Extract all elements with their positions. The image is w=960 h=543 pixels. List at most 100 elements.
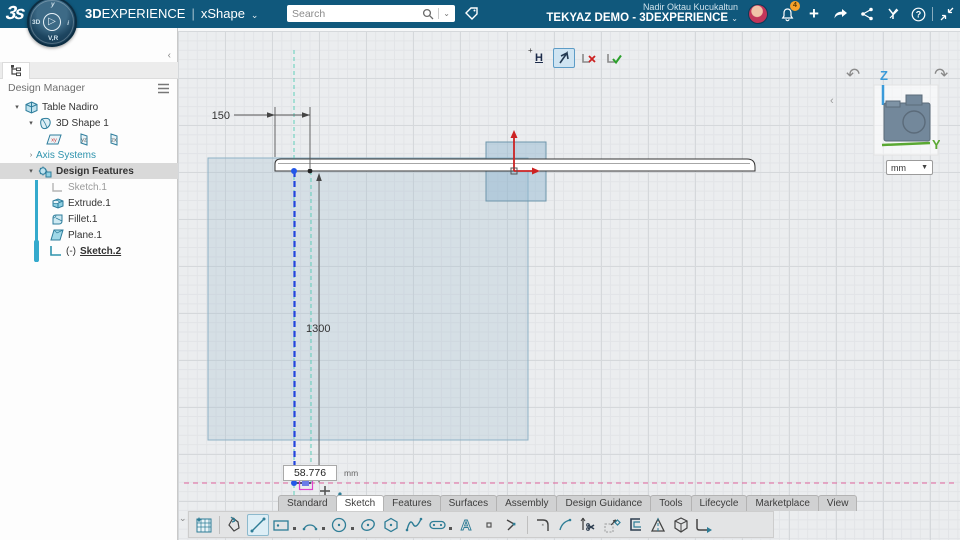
dim1300-value[interactable]: 1300	[306, 323, 330, 335]
chevron-down-icon: ⌄	[250, 10, 259, 20]
transform-tool[interactable]	[601, 514, 623, 536]
dropdown-marker[interactable]	[293, 527, 296, 530]
in-work-indicator-thumb[interactable]	[33, 240, 39, 262]
hamburger-menu-icon[interactable]	[157, 83, 170, 94]
tree-item-label: Extrude.1	[68, 197, 111, 209]
line-tool[interactable]	[247, 513, 269, 536]
offset-tool[interactable]	[624, 514, 646, 536]
tree-item-axis-systems[interactable]: › Axis Systems	[0, 147, 178, 163]
tab-design-tree[interactable]	[2, 62, 30, 79]
search-icon[interactable]	[422, 8, 434, 20]
expander-icon[interactable]: ▾	[26, 167, 36, 175]
tangent-arc-tool[interactable]	[555, 514, 577, 536]
tree-item-label: Plane.1	[68, 229, 102, 241]
normal-view-icon	[559, 51, 569, 64]
viewcube-collapse-chevron[interactable]: ‹	[830, 95, 834, 107]
text-tool[interactable]: A	[455, 514, 477, 536]
compass-play-icon[interactable]: ▷	[43, 13, 61, 31]
tab-surfaces[interactable]: Surfaces	[439, 495, 498, 511]
tree-item-sketch2[interactable]: (-) Sketch.2	[0, 243, 178, 259]
tree-item-sketch1[interactable]: Sketch.1	[0, 179, 178, 195]
surface-plane[interactable]	[207, 157, 529, 441]
positioned-sketch-button[interactable]: + H	[528, 46, 550, 68]
search-input[interactable]: Search ⌄	[287, 5, 455, 22]
swym-icon[interactable]	[884, 5, 902, 23]
app-switcher[interactable]: 3DEXPERIENCE | xShape ⌄	[85, 6, 258, 21]
profile-tool[interactable]	[501, 514, 523, 536]
search-options-chevron-icon[interactable]: ⌄	[443, 9, 450, 18]
user-name: Nadir Oktau Kucukaltun	[642, 2, 738, 12]
expander-icon[interactable]: ▾	[12, 103, 22, 111]
plane-zx-icon[interactable]: zx	[106, 132, 122, 146]
tree-item-extrude1[interactable]: Extrude.1	[0, 195, 178, 211]
avatar[interactable]	[748, 4, 768, 24]
svg-text:?: ?	[915, 9, 921, 19]
tree-item-fillet1[interactable]: Fillet.1	[0, 211, 178, 227]
mirror-tool[interactable]	[647, 514, 669, 536]
reference-point[interactable]	[307, 168, 313, 174]
tab-assembly[interactable]: Assembly	[496, 495, 558, 511]
add-icon[interactable]: +	[805, 4, 823, 23]
tab-sketch[interactable]: Sketch	[335, 495, 385, 511]
expander-icon[interactable]: ›	[26, 152, 36, 159]
corner-fillet-tool[interactable]	[532, 514, 554, 536]
tree-item-shape[interactable]: ▾ 3D Shape 1	[0, 115, 178, 131]
plane-xy-icon[interactable]: xy	[46, 133, 62, 146]
line-start-point[interactable]	[291, 168, 297, 174]
dropdown-marker[interactable]	[322, 527, 325, 530]
arc-tool[interactable]	[299, 514, 321, 536]
exit-sketch-cancel-button[interactable]	[578, 48, 600, 68]
tabletop-profile[interactable]	[274, 158, 756, 172]
bell-icon[interactable]: 4	[778, 1, 800, 23]
axis-y-label[interactable]: Y	[932, 137, 941, 152]
exit-corner-tool[interactable]	[693, 514, 715, 536]
tab-lifecycle[interactable]: Lifecycle	[690, 495, 748, 511]
project-3d-tool[interactable]	[670, 514, 692, 536]
spline-tool[interactable]	[403, 514, 425, 536]
share-network-icon[interactable]	[858, 5, 876, 23]
svg-text:yz: yz	[81, 137, 87, 143]
dropdown-marker[interactable]	[449, 527, 452, 530]
point-tool[interactable]	[478, 514, 500, 536]
trace-tool[interactable]	[224, 514, 246, 536]
tree-item-design-features[interactable]: ▾ Design Features	[0, 163, 178, 179]
expander-icon[interactable]: ▾	[26, 119, 36, 127]
tab-design-guidance[interactable]: Design Guidance	[556, 495, 652, 511]
ellipse-tool[interactable]	[357, 514, 379, 536]
axis-v-arrowhead	[510, 130, 518, 138]
circle-tool[interactable]	[328, 514, 350, 536]
tab-tools[interactable]: Tools	[650, 495, 692, 511]
dim150-value[interactable]: 150	[212, 110, 230, 122]
toolbar-overflow-chevron[interactable]: ⌄	[179, 513, 187, 524]
rectangle-tool[interactable]	[270, 514, 292, 536]
sketch-viewport[interactable]: 150 1300 + H ↶ ↷ ‹ Z Y mm ▼ 58.776 mm	[178, 28, 960, 540]
dropdown-marker[interactable]	[351, 527, 354, 530]
collapse-window-icon[interactable]	[938, 5, 956, 23]
panel-collapse-chevron[interactable]: ‹	[168, 50, 171, 61]
app-name: xShape	[200, 6, 245, 21]
tab-features[interactable]: Features	[383, 495, 441, 511]
tree-item-label: Fillet.1	[68, 213, 98, 225]
normal-view-button[interactable]	[553, 48, 575, 68]
design-tree: ▾ Table Nadiro ▾ 3D Shape 1 xy yz zx › A…	[0, 99, 178, 259]
help-icon[interactable]: ?	[909, 5, 927, 23]
units-dropdown[interactable]: mm ▼	[886, 160, 933, 175]
tree-item-plane1[interactable]: Plane.1	[0, 227, 178, 243]
rotate-left-icon[interactable]: ↶	[846, 65, 860, 85]
tab-view[interactable]: View	[817, 495, 858, 511]
plane-yz-icon[interactable]: yz	[76, 132, 92, 146]
trim-tool[interactable]	[578, 514, 600, 536]
axis-z-label[interactable]: Z	[880, 68, 888, 83]
tab-standard[interactable]: Standard	[278, 495, 337, 511]
tree-item-label: Axis Systems	[36, 149, 97, 161]
polygon-tool[interactable]	[380, 514, 402, 536]
exit-sketch-ok-button[interactable]	[603, 48, 625, 68]
dimension-input[interactable]: 58.776	[283, 465, 337, 481]
tab-marketplace[interactable]: Marketplace	[746, 495, 819, 511]
user-tenant-menu[interactable]: Nadir Oktau Kucukaltun TEKYAZ DEMO - 3DE…	[546, 2, 738, 26]
share-arrow-icon[interactable]	[832, 5, 850, 23]
tag-icon[interactable]	[464, 6, 480, 22]
sketch-grid-icon[interactable]	[193, 514, 215, 536]
slot-tool[interactable]	[426, 514, 448, 536]
tree-item-root[interactable]: ▾ Table Nadiro	[0, 99, 178, 115]
